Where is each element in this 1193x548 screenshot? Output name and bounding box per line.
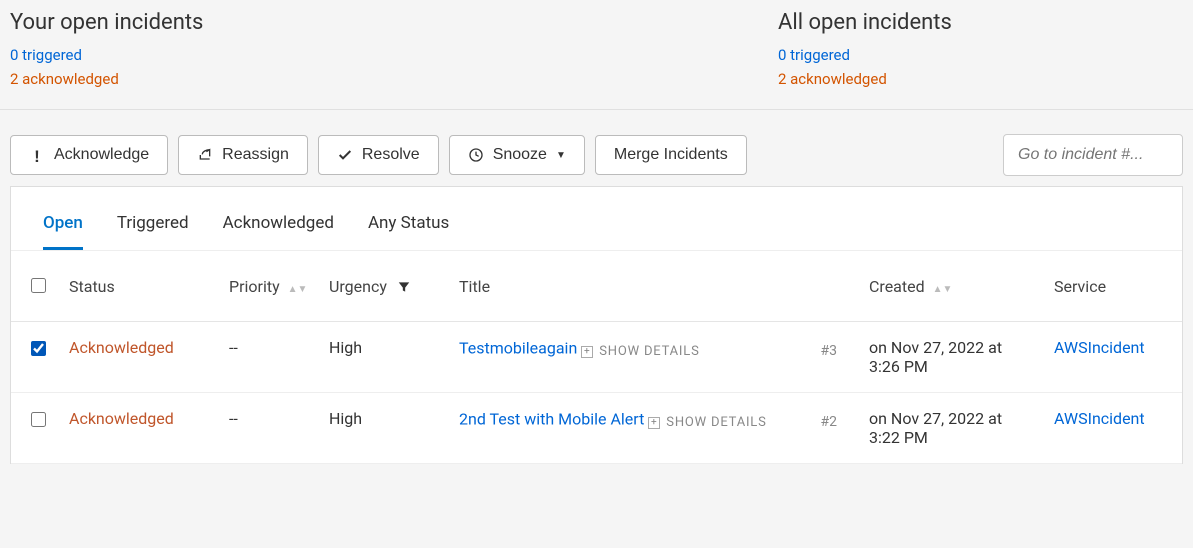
incidents-table: Status Priority ▲▼ Urgency Title Created… [11,251,1182,464]
sort-icon: ▲▼ [933,284,953,295]
toolbar: ! Acknowledge Reassign Resolve Snooze ▼ … [0,110,1193,186]
show-details-label: SHOW DETAILS [599,344,699,359]
tab-any-status[interactable]: Any Status [368,213,449,250]
show-details-label: SHOW DETAILS [666,415,766,430]
col-service[interactable]: Service [1044,251,1182,322]
tab-open[interactable]: Open [43,213,83,250]
all-incidents-title: All open incidents [778,10,952,35]
clock-icon [468,147,484,163]
expand-icon: + [648,417,660,429]
priority-cell: -- [219,393,319,464]
status-badge: Acknowledged [69,338,174,357]
tab-acknowledged[interactable]: Acknowledged [223,213,334,250]
urgency-cell: High [319,393,449,464]
sort-icon: ▲▼ [288,284,308,295]
created-cell: on Nov 27, 2022 at 3:22 PM [859,393,1044,464]
exclamation-icon: ! [29,147,45,163]
service-link[interactable]: AWSIncident [1054,338,1145,357]
snooze-label: Snooze [493,146,547,164]
reassign-label: Reassign [222,146,289,164]
expand-icon: + [581,346,593,358]
snooze-button[interactable]: Snooze ▼ [449,135,585,175]
col-created[interactable]: Created ▲▼ [859,251,1044,322]
filter-icon [391,277,411,296]
select-all-checkbox[interactable] [31,278,46,293]
show-details-button[interactable]: + SHOW DETAILS [581,344,699,359]
status-badge: Acknowledged [69,409,174,428]
service-link[interactable]: AWSIncident [1054,409,1145,428]
check-icon [337,147,353,163]
merge-button[interactable]: Merge Incidents [595,135,747,175]
urgency-cell: High [319,322,449,393]
resolve-label: Resolve [362,146,420,164]
incident-number: #3 [821,343,850,359]
share-icon [197,147,213,163]
incidents-panel: Open Triggered Acknowledged Any Status S… [10,186,1183,464]
priority-cell: -- [219,322,319,393]
incident-number: #2 [821,414,850,430]
row-checkbox[interactable] [31,412,46,427]
tab-triggered[interactable]: Triggered [117,213,189,250]
acknowledge-label: Acknowledge [54,146,149,164]
incident-title-link[interactable]: 2nd Test with Mobile Alert [459,410,644,429]
col-urgency[interactable]: Urgency [319,251,449,322]
your-incidents-summary: Your open incidents 0 triggered 2 acknow… [10,10,778,91]
merge-label: Merge Incidents [614,146,728,164]
incident-title-link[interactable]: Testmobileagain [459,339,577,358]
your-acknowledged-link[interactable]: 2 acknowledged [10,67,778,91]
table-row: Acknowledged -- High Testmobileagain + S… [11,322,1182,393]
all-acknowledged-link[interactable]: 2 acknowledged [778,67,952,91]
acknowledge-button[interactable]: ! Acknowledge [10,135,168,175]
tabs: Open Triggered Acknowledged Any Status [11,187,1182,251]
your-triggered-link[interactable]: 0 triggered [10,43,778,67]
col-status[interactable]: Status [59,251,219,322]
all-incidents-summary: All open incidents 0 triggered 2 acknowl… [778,10,952,91]
created-cell: on Nov 27, 2022 at 3:26 PM [859,322,1044,393]
caret-down-icon: ▼ [556,150,566,161]
all-triggered-link[interactable]: 0 triggered [778,43,952,67]
reassign-button[interactable]: Reassign [178,135,308,175]
summary-bar: Your open incidents 0 triggered 2 acknow… [0,0,1193,110]
row-checkbox[interactable] [31,341,46,356]
col-priority[interactable]: Priority ▲▼ [219,251,319,322]
show-details-button[interactable]: + SHOW DETAILS [648,415,766,430]
col-title[interactable]: Title [449,251,859,322]
resolve-button[interactable]: Resolve [318,135,439,175]
your-incidents-title: Your open incidents [10,10,778,35]
goto-incident-input[interactable] [1003,134,1183,176]
table-row: Acknowledged -- High 2nd Test with Mobil… [11,393,1182,464]
